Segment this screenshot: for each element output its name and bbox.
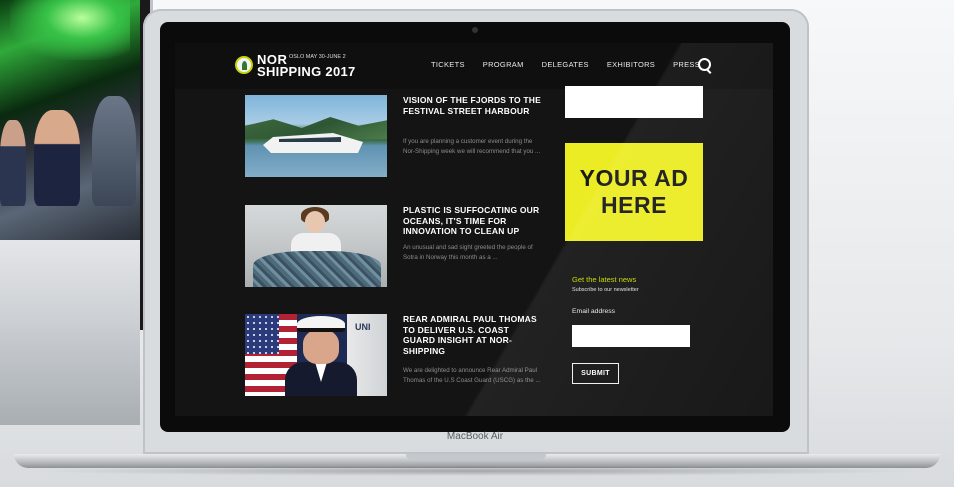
email-field[interactable] — [572, 325, 690, 347]
article-thumbnail[interactable]: UNI — [245, 314, 387, 396]
site-header: NOR OSLO MAY 30-JUNE 2 SHIPPING 2017 TIC… — [175, 43, 773, 89]
newsletter-subtitle: Subscribe to our newsletter — [572, 287, 639, 293]
logo-icon[interactable] — [235, 56, 253, 74]
laptop-screen: NOR OSLO MAY 30-JUNE 2 SHIPPING 2017 TIC… — [175, 43, 773, 416]
article-title[interactable]: PLASTIC IS SUFFOCATING OUR OCEANS, IT'S … — [403, 205, 543, 237]
nav-exhibitors[interactable]: EXHIBITORS — [607, 60, 655, 69]
ad-line-1: YOUR AD — [579, 165, 689, 191]
email-label: Email address — [572, 308, 616, 315]
laptop-shadow — [30, 466, 924, 476]
article-excerpt: If you are planning a customer event dur… — [403, 138, 541, 155]
newsletter-title: Get the latest news — [572, 275, 637, 284]
article-thumbnail[interactable] — [245, 205, 387, 287]
article-thumbnail[interactable] — [245, 95, 387, 177]
search-icon[interactable] — [698, 58, 711, 71]
article-title[interactable]: VISION OF THE FJORDS TO THE FESTIVAL STR… — [403, 95, 543, 116]
main-nav: TICKETS PROGRAM DELEGATES EXHIBITORS PRE… — [431, 60, 700, 69]
ad-text: YOUR AD HERE — [565, 165, 703, 219]
imac-device — [0, 0, 153, 425]
nav-delegates[interactable]: DELEGATES — [542, 60, 589, 69]
article-card[interactable]: VISION OF THE FJORDS TO THE FESTIVAL STR… — [245, 95, 545, 185]
stage-light — [10, 0, 130, 60]
imac-stand — [0, 330, 140, 425]
laptop-notch — [406, 454, 546, 460]
submit-button[interactable]: SUBMIT — [572, 363, 619, 384]
ad-line-2: HERE — [601, 192, 667, 218]
face-graphic — [305, 211, 325, 233]
camera-icon — [472, 27, 478, 33]
plastic-pile-graphic — [253, 251, 381, 287]
flag-lettering: UNI — [355, 322, 371, 332]
flag-stars-graphic — [245, 314, 279, 354]
article-card[interactable]: UNI REAR ADMIRAL PAUL THOMAS TO DELIVER … — [245, 314, 545, 404]
ad-banner[interactable]: YOUR AD HERE — [565, 143, 703, 241]
sidebar-search-box[interactable] — [565, 86, 703, 118]
device-label: MacBook Air — [446, 431, 504, 442]
logo-text-bottom[interactable]: SHIPPING 2017 — [257, 64, 356, 79]
nav-program[interactable]: PROGRAM — [483, 60, 524, 69]
article-title[interactable]: REAR ADMIRAL PAUL THOMAS TO DELIVER U.S.… — [403, 314, 543, 356]
article-excerpt: An unusual and sad sight greeted the peo… — [403, 244, 533, 261]
officer-cap-graphic — [297, 316, 345, 332]
face-graphic — [303, 330, 339, 364]
person-photo — [34, 110, 80, 206]
nav-press[interactable]: PRESS — [673, 60, 700, 69]
apple-logo-icon — [44, 258, 74, 294]
article-card[interactable]: PLASTIC IS SUFFOCATING OUR OCEANS, IT'S … — [245, 205, 545, 295]
crowd-photo — [92, 96, 136, 206]
person-photo — [0, 120, 26, 206]
logo-event-dates: OSLO MAY 30-JUNE 2 — [289, 54, 346, 60]
nav-tickets[interactable]: TICKETS — [431, 60, 465, 69]
imac-screen — [0, 0, 140, 240]
article-excerpt: We are delighted to announce Rear Admira… — [403, 367, 541, 384]
